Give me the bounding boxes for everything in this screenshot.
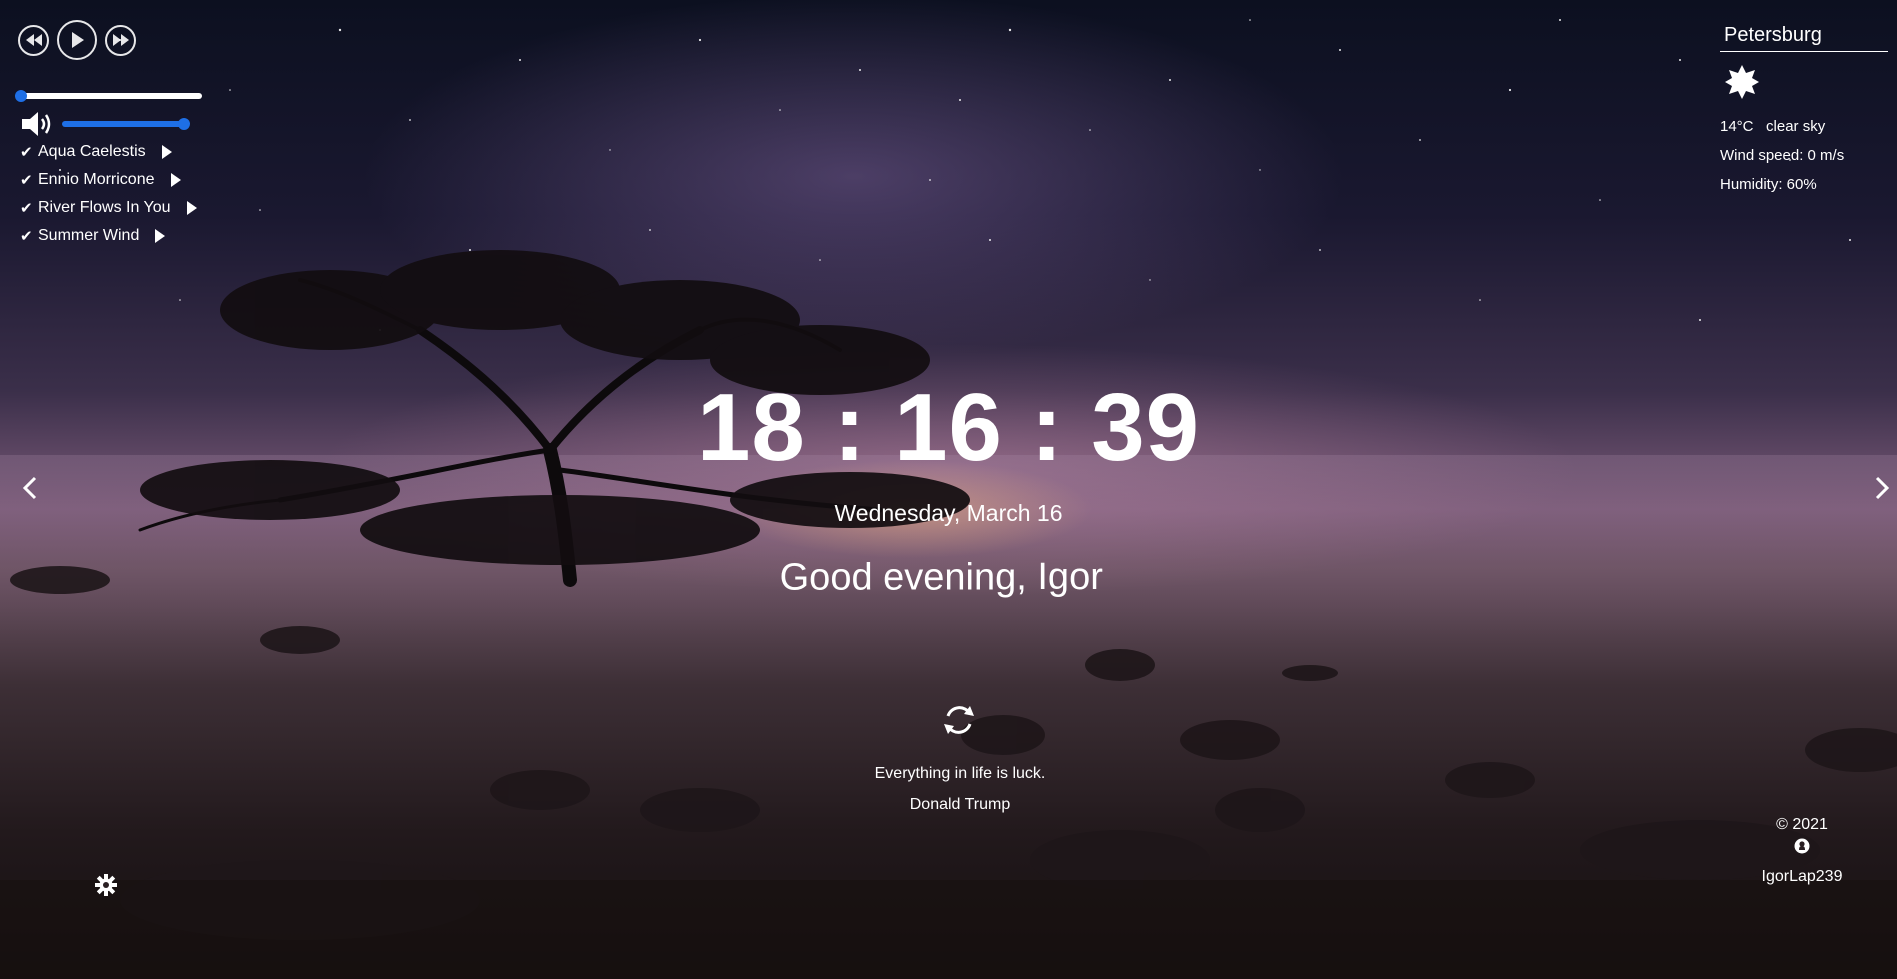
play-track-icon[interactable]: [161, 145, 172, 159]
progress-thumb[interactable]: [15, 90, 27, 102]
wind-speed: Wind speed: 0 m/s: [1720, 147, 1845, 164]
track-title: Aqua Caelestis: [38, 143, 146, 160]
city-input[interactable]: Petersburg: [1720, 22, 1888, 52]
copyright: © 2021: [1776, 816, 1828, 833]
greeting-text: Good evening,: [779, 556, 1027, 599]
weather-description: clear sky: [1766, 118, 1826, 135]
refresh-icon[interactable]: [940, 702, 978, 738]
weather-temp-line: 14°C clear sky: [1720, 116, 1888, 137]
clock-separator: :: [833, 374, 867, 481]
gear-icon[interactable]: [95, 874, 117, 896]
clock-hours: 18: [697, 374, 806, 481]
footer: © 2021 IgorLap239: [1738, 816, 1866, 886]
playlist: ✔ Aqua Caelestis ✔ Ennio Morricone ✔ Riv…: [20, 138, 197, 250]
date-text: Wednesday, March 16: [834, 500, 1063, 526]
play-track-icon[interactable]: [170, 173, 181, 187]
greeting: Good evening, Igor: [0, 555, 1897, 599]
author-link[interactable]: IgorLap239: [1738, 868, 1866, 886]
player-controls: [18, 20, 228, 60]
weather-widget: Petersburg 14°C clear sky Wind speed: 0 …: [1720, 22, 1888, 195]
play-icon: [72, 32, 84, 48]
clock-seconds: 39: [1091, 374, 1200, 481]
sun-icon: [1725, 65, 1759, 99]
clock-minutes: 16: [894, 374, 1003, 481]
playlist-item[interactable]: ✔ Summer Wind: [20, 222, 197, 250]
volume-control: [20, 110, 190, 138]
next-track-button[interactable]: [105, 24, 136, 56]
play-track-icon[interactable]: [155, 229, 166, 243]
previous-track-button[interactable]: [18, 24, 49, 56]
speaker-icon[interactable]: [20, 110, 56, 138]
playlist-item[interactable]: ✔ Ennio Morricone: [20, 166, 197, 194]
check-icon: ✔: [20, 172, 33, 189]
check-icon: ✔: [20, 144, 33, 161]
chevron-left-icon[interactable]: [16, 474, 44, 502]
temperature: 14°C: [1720, 118, 1754, 135]
quote-author: Donald Trump: [909, 796, 1011, 813]
volume-thumb[interactable]: [178, 118, 190, 130]
chevron-right-icon[interactable]: [1868, 474, 1896, 502]
rocky-shore: [0, 566, 1897, 979]
playlist-item[interactable]: ✔ Aqua Caelestis: [20, 138, 197, 166]
audio-player: [18, 20, 228, 60]
weather-icon-container: [1724, 64, 1888, 108]
rewind-icon: [25, 34, 42, 46]
clock-separator: :: [1030, 374, 1064, 481]
github-icon[interactable]: [1794, 838, 1810, 854]
clock: 18 : 16 : 39: [0, 370, 1897, 486]
humidity: Humidity: 60%: [1720, 176, 1817, 193]
check-icon: ✔: [20, 200, 33, 217]
play-track-icon[interactable]: [186, 201, 197, 215]
playlist-item[interactable]: ✔ River Flows In You: [20, 194, 197, 222]
track-title: Ennio Morricone: [38, 171, 155, 188]
name-input[interactable]: Igor: [1037, 556, 1117, 599]
play-button[interactable]: [57, 20, 97, 60]
track-progress-slider[interactable]: [15, 90, 202, 102]
track-title: Summer Wind: [38, 227, 140, 244]
volume-slider[interactable]: [62, 118, 190, 130]
check-icon: ✔: [20, 228, 33, 245]
track-title: River Flows In You: [38, 199, 171, 216]
quote-text: Everything in life is luck.: [874, 765, 1046, 782]
fast-forward-icon: [112, 34, 129, 46]
